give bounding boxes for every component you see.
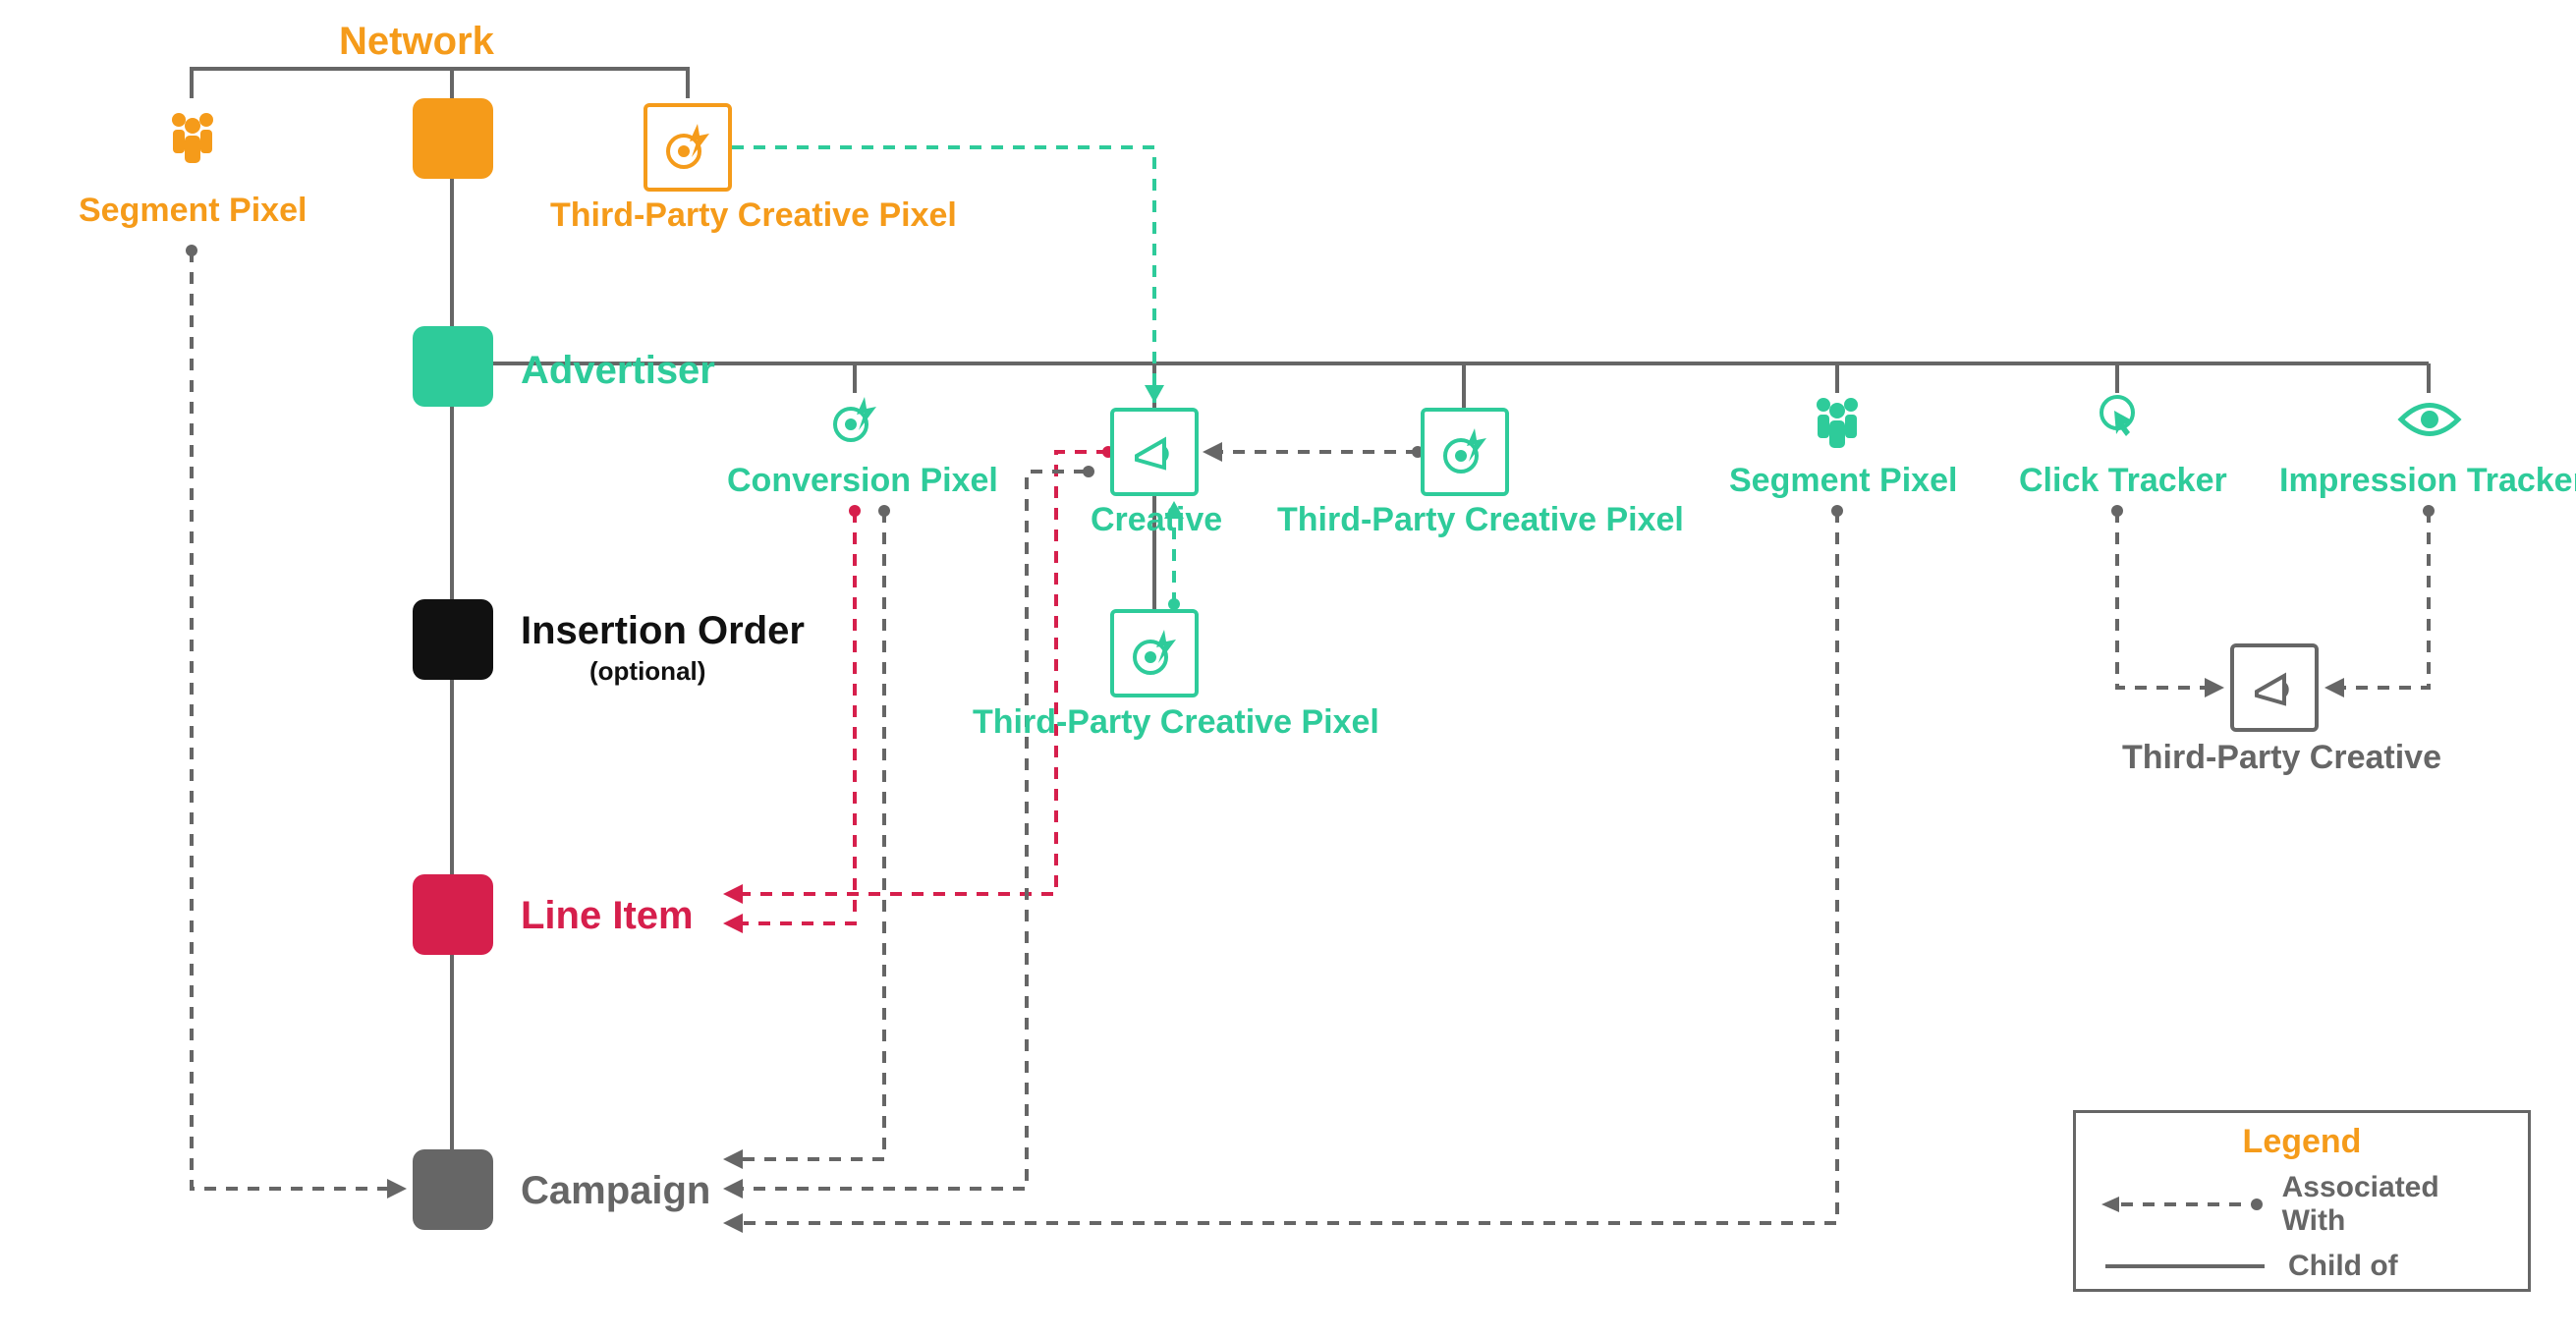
legend-row-childof: Child of — [2076, 1244, 2528, 1289]
label-creative: Creative — [1091, 501, 1222, 539]
segment-pixel-icon — [165, 108, 220, 172]
node-line-item — [413, 874, 493, 955]
label-advertiser: Advertiser — [521, 349, 715, 393]
creative-box — [1110, 408, 1199, 496]
conversion-pixel-icon — [827, 393, 882, 453]
tp-creative-pixel-advertiser-box — [1421, 408, 1509, 496]
node-network — [413, 98, 493, 179]
label-tp-creative-pixel-network: Third-Party Creative Pixel — [550, 196, 957, 235]
node-campaign — [413, 1149, 493, 1230]
label-line-item: Line Item — [521, 894, 694, 938]
label-impression-tracker: Impression Tracker — [2279, 462, 2576, 500]
label-campaign: Campaign — [521, 1169, 710, 1213]
impression-tracker-icon — [2397, 397, 2462, 447]
label-tp-creative-pixel-advertiser: Third-Party Creative Pixel — [1277, 501, 1684, 539]
target-bolt-icon — [660, 120, 715, 175]
target-bolt-icon — [1437, 424, 1492, 479]
legend-box: Legend Associated With Child of — [2073, 1110, 2531, 1292]
target-bolt-icon — [1127, 626, 1182, 681]
label-tp-creative-pixel-creative: Third-Party Creative Pixel — [973, 703, 1379, 742]
label-insertion-order-sub: (optional) — [589, 656, 705, 687]
legend-row-associated: Associated With — [2076, 1165, 2528, 1244]
label-segment-pixel-network: Segment Pixel — [79, 192, 307, 230]
label-insertion-order: Insertion Order — [521, 609, 805, 653]
click-tracker-icon — [2089, 391, 2146, 453]
megaphone-icon — [2249, 662, 2300, 713]
label-third-party-creative: Third-Party Creative — [2122, 739, 2441, 777]
third-party-creative-box — [2230, 643, 2319, 732]
label-click-tracker: Click Tracker — [2019, 462, 2227, 500]
tp-creative-pixel-network-box — [644, 103, 732, 192]
node-insertion-order — [413, 599, 493, 680]
tp-creative-pixel-creative-box — [1110, 609, 1199, 697]
legend-associated-text: Associated With — [2282, 1171, 2502, 1238]
label-network: Network — [339, 20, 494, 64]
diagram-canvas: Network Advertiser Insertion Order (opti… — [0, 0, 2576, 1338]
label-conversion-pixel: Conversion Pixel — [727, 462, 998, 500]
label-segment-pixel-advertiser: Segment Pixel — [1729, 462, 1957, 500]
legend-title: Legend — [2076, 1113, 2528, 1165]
megaphone-icon — [1129, 426, 1180, 477]
node-advertiser — [413, 326, 493, 407]
segment-pixel-advertiser-icon — [1810, 393, 1865, 457]
legend-childof-text: Child of — [2288, 1250, 2398, 1283]
